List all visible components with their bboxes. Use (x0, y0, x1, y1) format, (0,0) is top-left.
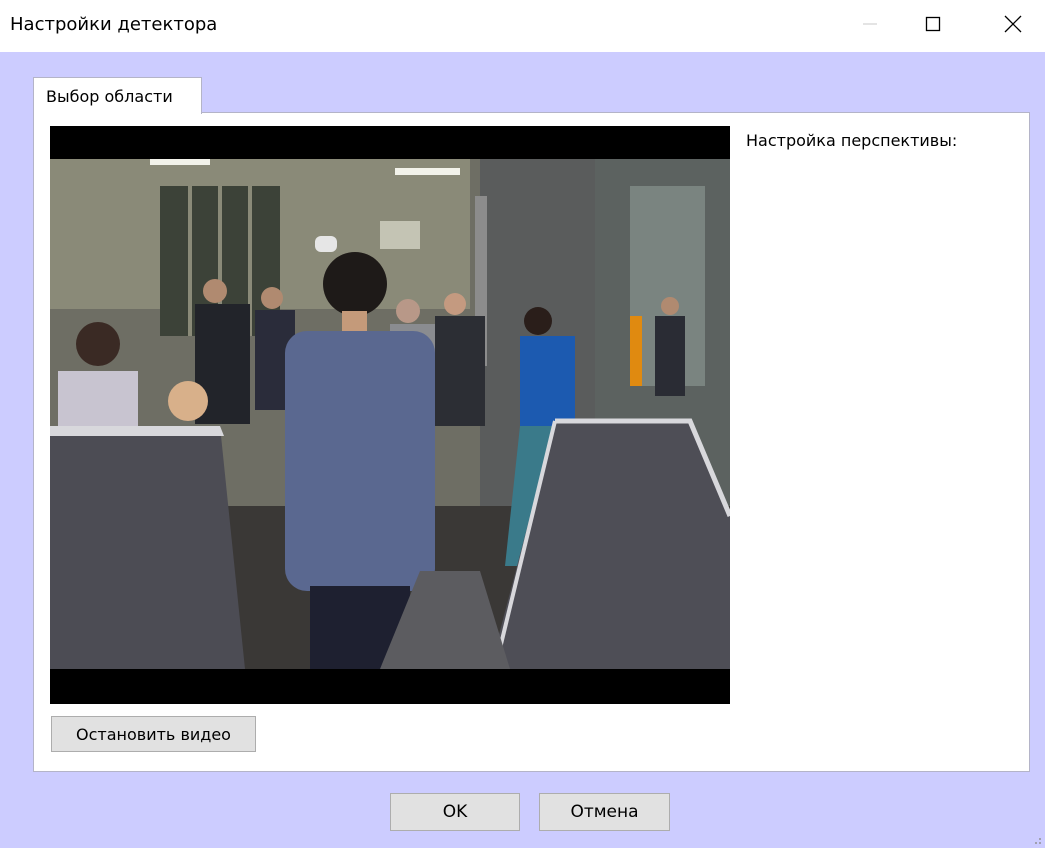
video-frame-image (50, 126, 730, 704)
perspective-settings-label: Настройка перспективы: (746, 131, 958, 150)
window-title: Настройки детектора (10, 14, 218, 35)
video-preview[interactable] (50, 126, 730, 704)
close-button[interactable] (983, 0, 1043, 48)
tab-area-selection[interactable]: Выбор области (33, 77, 202, 114)
tab-panel: Настройка перспективы: Остановить видео (33, 112, 1030, 772)
maximize-icon (925, 16, 941, 32)
maximize-button[interactable] (903, 0, 963, 48)
minimize-icon (863, 23, 877, 25)
stop-video-button[interactable]: Остановить видео (51, 716, 256, 752)
close-icon (1004, 15, 1022, 33)
cancel-button[interactable]: Отмена (539, 793, 670, 831)
tab-label: Выбор области (46, 87, 173, 106)
ok-button[interactable]: OK (390, 793, 520, 831)
detector-settings-window: Настройки детектора Выбор области Настро… (0, 0, 1045, 848)
title-bar[interactable]: Настройки детектора (0, 0, 1045, 52)
minimize-button[interactable] (840, 0, 900, 48)
resize-grip-icon[interactable] (1030, 833, 1042, 845)
